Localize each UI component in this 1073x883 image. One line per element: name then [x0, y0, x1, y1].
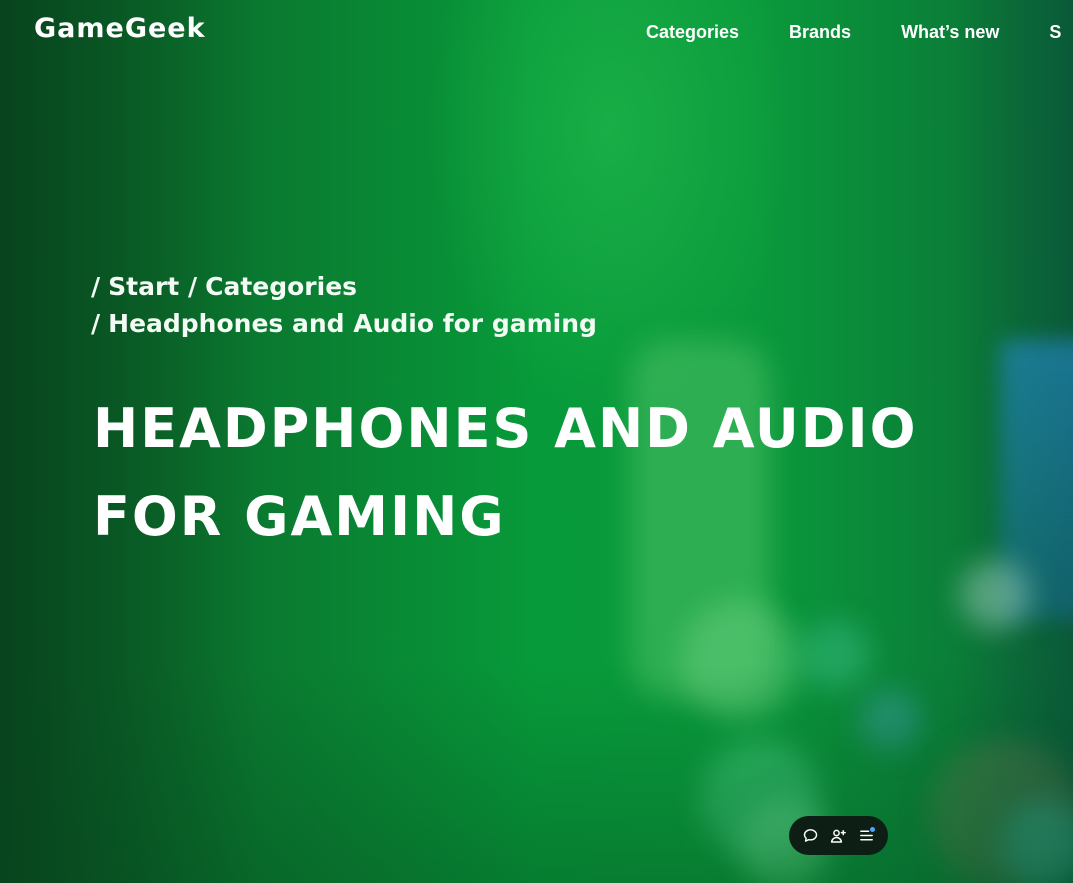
top-navigation: Categories Brands What’s new S — [646, 20, 1061, 44]
breadcrumb-separator: / — [91, 272, 101, 301]
gamegeek-logo[interactable]: GameGeek — [34, 12, 206, 46]
hero-bottom-shade — [0, 663, 1073, 883]
breadcrumb-current-page: Headphones and Audio for gaming — [108, 309, 597, 338]
notification-dot — [870, 826, 876, 832]
breadcrumb-line: / Headphones and Audio for gaming — [91, 305, 597, 342]
nav-whats-new[interactable]: What’s new — [901, 20, 999, 44]
menu-button[interactable] — [855, 825, 877, 847]
breadcrumb-start[interactable]: Start — [108, 272, 179, 301]
monitor-glow — [1000, 340, 1073, 620]
chat-button[interactable] — [800, 825, 822, 847]
breadcrumb-line: / Start / Categories — [91, 268, 597, 305]
floating-toolbar — [789, 816, 888, 855]
nav-truncated-item[interactable]: S — [1049, 20, 1061, 44]
add-user-icon — [831, 829, 847, 843]
breadcrumb-categories[interactable]: Categories — [205, 272, 357, 301]
breadcrumb: / Start / Categories / Headphones and Audio… — [91, 268, 597, 342]
page-title: HEADPHONES AND AUDIO FOR GAMING — [93, 397, 918, 548]
nav-brands[interactable]: Brands — [789, 20, 851, 44]
chat-bubble-icon — [804, 829, 818, 842]
breadcrumb-separator: / — [187, 272, 198, 301]
add-user-button[interactable] — [827, 825, 849, 847]
breadcrumb-separator: / — [91, 309, 101, 338]
nav-categories[interactable]: Categories — [646, 20, 739, 44]
